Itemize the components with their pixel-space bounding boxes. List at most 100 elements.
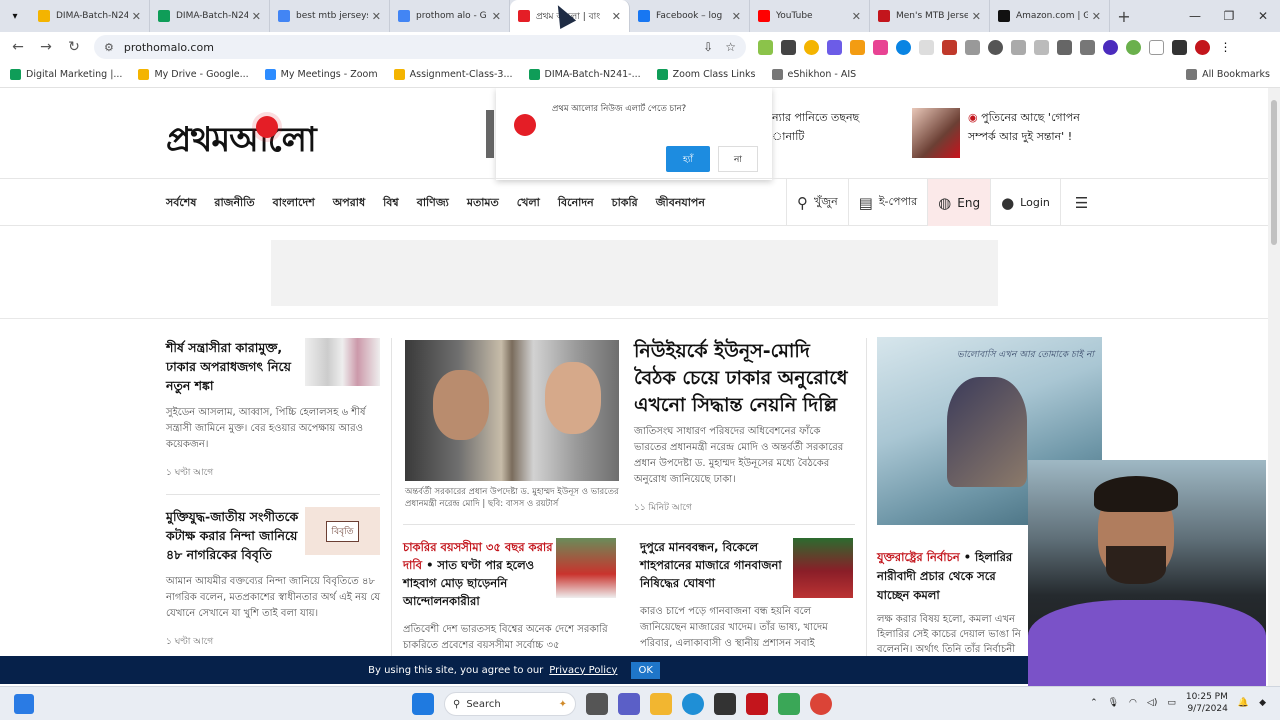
nav-menu-item[interactable]: অপরাধ xyxy=(333,194,365,213)
start-menu-icon[interactable] xyxy=(412,693,434,715)
restore-icon[interactable]: ❐ xyxy=(1212,0,1246,32)
bookmark-item[interactable]: DIMA-Batch-N241-... xyxy=(528,69,641,80)
all-bookmarks-link[interactable]: All Bookmarks xyxy=(1186,69,1270,80)
task-view-icon[interactable] xyxy=(586,693,608,715)
bookmark-item[interactable]: Assignment-Class-3... xyxy=(393,69,513,80)
app-icon[interactable] xyxy=(746,693,768,715)
bookmark-item[interactable]: Zoom Class Links xyxy=(656,69,756,80)
sub-story-1-title[interactable]: • সাত ঘণ্টা পার হলেও শাহবাগ মোড় ছাড়েনন… xyxy=(403,558,534,608)
language-button[interactable]: ◍ Eng xyxy=(927,179,991,226)
taskbar-search[interactable]: ⚲ Search ✦ xyxy=(444,692,576,716)
wifi-icon[interactable]: ◠ xyxy=(1129,698,1137,708)
reload-icon[interactable]: ↻ xyxy=(60,39,88,55)
story-title[interactable]: মুক্তিযুদ্ধ-জাতীয় সংগীতকে কটাক্ষ করার ন… xyxy=(166,507,304,564)
nav-menu-item[interactable]: মতামত xyxy=(467,194,499,213)
nav-menu-item[interactable]: রাজনীতি xyxy=(214,194,254,213)
file-explorer-icon[interactable] xyxy=(650,693,672,715)
cookie-ok-button[interactable]: OK xyxy=(631,661,660,679)
bookmark-item[interactable]: eShikhon - AIS xyxy=(771,69,856,80)
install-app-icon[interactable]: ⇩ xyxy=(703,40,713,54)
address-bar[interactable]: ⚙ prothomalo.com ⇩ ☆ xyxy=(94,35,746,59)
sub-story-2-thumb[interactable] xyxy=(793,538,853,598)
tab-close-icon[interactable]: ✕ xyxy=(972,10,981,23)
edge-icon[interactable] xyxy=(682,693,704,715)
close-icon[interactable]: ✕ xyxy=(1246,0,1280,32)
bookmark-star-icon[interactable]: ☆ xyxy=(725,40,736,54)
extension-icon[interactable] xyxy=(896,39,911,55)
tab-close-icon[interactable]: ✕ xyxy=(492,10,501,23)
lead-image[interactable] xyxy=(405,340,619,481)
tab-close-icon[interactable]: ✕ xyxy=(252,10,261,23)
browser-tab[interactable]: YouTube ✕ xyxy=(750,0,870,32)
page-scrollbar[interactable] xyxy=(1268,88,1280,686)
tray-overflow-icon[interactable]: ⌃ xyxy=(1090,698,1098,708)
top-headline-2-thumb[interactable] xyxy=(912,108,960,158)
tab-close-icon[interactable]: ✕ xyxy=(132,10,141,23)
browser-tab[interactable]: Men's MTB Jerse ✕ xyxy=(870,0,990,32)
store-icon[interactable] xyxy=(714,693,736,715)
bookmark-item[interactable]: Digital Marketing |... xyxy=(10,69,122,80)
puzzle-extensions-icon[interactable] xyxy=(1172,39,1187,55)
battery-icon[interactable]: ▭ xyxy=(1167,698,1176,708)
app-icon[interactable] xyxy=(778,693,800,715)
extension-icon[interactable] xyxy=(804,39,819,55)
extension-icon[interactable] xyxy=(942,39,957,55)
bookmark-item[interactable]: My Drive - Google... xyxy=(138,69,249,80)
browser-menu-icon[interactable]: ⋮ xyxy=(1218,40,1233,55)
tab-close-icon[interactable]: ✕ xyxy=(1092,10,1101,23)
browser-tab[interactable]: prothom alo - G ✕ xyxy=(390,0,510,32)
extension-icon[interactable] xyxy=(850,39,865,55)
nav-menu-item[interactable]: বাংলাদেশ xyxy=(273,194,315,213)
top-headline-2[interactable]: ◉ পুতিনের আছে 'গোপন সম্পর্ক আর দুই সন্তা… xyxy=(968,108,1080,146)
site-info-icon[interactable]: ⚙ xyxy=(104,41,114,54)
tab-close-icon[interactable]: ✕ xyxy=(732,10,741,23)
extension-icon[interactable] xyxy=(1080,39,1095,55)
minimize-icon[interactable]: — xyxy=(1178,0,1212,32)
volume-icon[interactable]: ◁) xyxy=(1147,698,1157,708)
top-headline-1[interactable]: ন্যার পানিতে তছনছ ানাটি xyxy=(772,108,859,146)
nav-menu-item[interactable]: চাকরি xyxy=(612,194,638,213)
nav-menu-item[interactable]: বিশ্ব xyxy=(383,194,399,213)
new-tab-button[interactable]: + xyxy=(1110,7,1138,26)
side-story-kicker[interactable]: যুক্তরাষ্ট্রের নির্বাচন xyxy=(877,550,960,564)
hamburger-menu-icon[interactable]: ☰ xyxy=(1059,179,1102,226)
login-button[interactable]: ● Login xyxy=(990,179,1060,226)
extension-icon[interactable] xyxy=(1126,39,1141,55)
nav-menu-item[interactable]: সর্বশেষ xyxy=(166,194,196,213)
extension-icon[interactable] xyxy=(919,39,934,55)
scrollbar-thumb[interactable] xyxy=(1271,100,1277,245)
back-icon[interactable]: ← xyxy=(4,39,32,55)
extension-icon[interactable] xyxy=(758,39,773,55)
nav-menu-item[interactable]: বিনোদন xyxy=(558,194,594,213)
browser-tab[interactable]: DIMA-Batch-N24 ✕ xyxy=(30,0,150,32)
sub-story-1-thumb[interactable] xyxy=(556,538,616,598)
browser-tab[interactable]: best mtb jerseys ✕ xyxy=(270,0,390,32)
story-title[interactable]: শীর্ষ সন্ত্রাসীরা কারামুক্ত, ঢাকার অপরাধ… xyxy=(166,338,304,395)
extension-icon[interactable] xyxy=(873,39,888,55)
story-card[interactable]: মুক্তিযুদ্ধ-জাতীয় সংগীতকে কটাক্ষ করার ন… xyxy=(166,507,380,649)
sub-story-2-title[interactable]: দুপুরে মানববন্ধন, বিকেলে শাহপরানের মাজার… xyxy=(640,538,790,592)
tab-close-icon[interactable]: ✕ xyxy=(852,10,861,23)
site-logo[interactable]: প্রথমআলো xyxy=(166,114,317,171)
tab-close-icon[interactable]: ✕ xyxy=(612,10,621,23)
extension-icon[interactable] xyxy=(1034,39,1049,55)
browser-tab[interactable]: Amazon.com | G ✕ xyxy=(990,0,1110,32)
story-card[interactable]: শীর্ষ সন্ত্রাসীরা কারামুক্ত, ঢাকার অপরাধ… xyxy=(166,338,380,480)
tab-search-icon[interactable]: ▾ xyxy=(0,0,30,32)
privacy-policy-link[interactable]: Privacy Policy xyxy=(549,665,617,676)
teams-icon[interactable] xyxy=(618,693,640,715)
extension-icon[interactable] xyxy=(1103,39,1118,55)
copilot-icon[interactable]: ◆ xyxy=(1259,698,1266,708)
extension-icon[interactable] xyxy=(781,39,796,55)
extension-icon[interactable] xyxy=(988,39,1003,55)
microphone-icon[interactable]: 🎙 xyxy=(1108,698,1119,708)
browser-tab[interactable]: DIMA-Batch-N24 ✕ xyxy=(150,0,270,32)
story-thumb[interactable]: বিবৃতি xyxy=(305,507,380,555)
lead-title[interactable]: নিউইয়র্কে ইউনূস-মোদি বৈঠক চেয়ে ঢাকার অ… xyxy=(634,338,856,419)
extension-icon[interactable] xyxy=(1057,39,1072,55)
profile-avatar[interactable] xyxy=(1195,39,1210,55)
notification-bell-icon[interactable]: 🔔 xyxy=(1238,698,1249,708)
forward-icon[interactable]: → xyxy=(32,39,60,55)
alert-yes-button[interactable]: হ্যাঁ xyxy=(666,146,710,172)
extension-icon[interactable] xyxy=(965,39,980,55)
